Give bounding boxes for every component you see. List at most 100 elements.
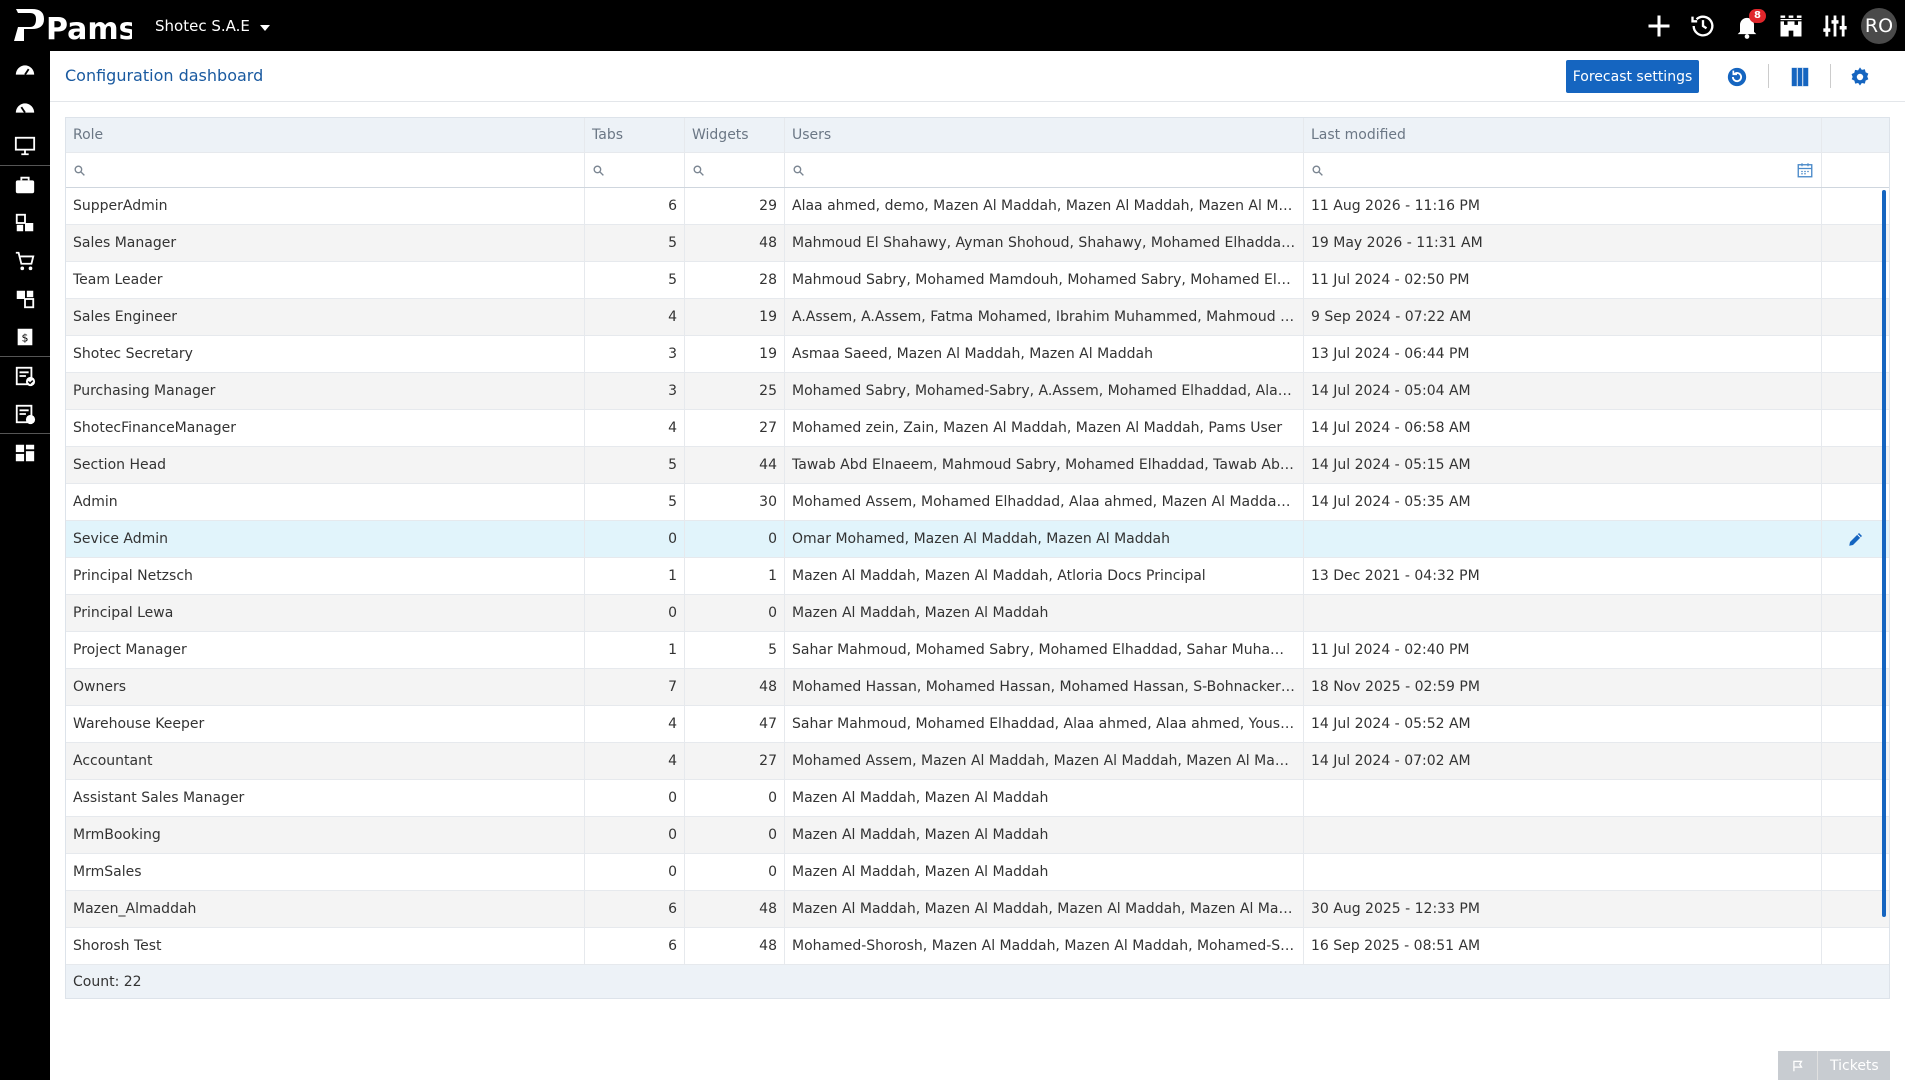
dashboard-grid-icon: [15, 444, 35, 462]
forecast-settings-button[interactable]: Forecast settings: [1566, 60, 1699, 93]
cell-role: Assistant Sales Manager: [66, 780, 585, 816]
refresh-icon[interactable]: [1724, 64, 1750, 90]
cell-widgets: 29: [685, 188, 785, 224]
cell-users: Omar Mohamed, Mazen Al Maddah, Mazen Al …: [785, 521, 1304, 557]
cell-tabs: 5: [585, 484, 685, 520]
sidebar-item-modules-2[interactable]: [0, 280, 50, 318]
filter-tabs[interactable]: [585, 153, 685, 187]
grid-filter-row: [66, 153, 1889, 188]
table-row[interactable]: Principal Lewa 0 0 Mazen Al Maddah, Mazen A…: [66, 595, 1889, 632]
cell-role: Team Leader: [66, 262, 585, 298]
table-row[interactable]: Team Leader 5 28 Mahmoud Sabry, Mohamed Mam…: [66, 262, 1889, 299]
cell-actions: [1822, 447, 1889, 483]
castle-icon[interactable]: [1769, 0, 1813, 51]
table-row[interactable]: Mazen_Almaddah 6 48 Mazen Al Maddah, Mazen …: [66, 891, 1889, 928]
table-row[interactable]: Assistant Sales Manager 0 0 Mazen Al Maddah…: [66, 780, 1889, 817]
sidebar-item-approvals[interactable]: [0, 357, 50, 395]
cell-actions: [1822, 336, 1889, 372]
avatar-initials: RO: [1861, 7, 1897, 44]
monitor-icon: [14, 136, 36, 156]
history-icon[interactable]: [1681, 0, 1725, 51]
table-row[interactable]: Sales Engineer 4 19 A.Assem, A.Assem, Fatma…: [66, 299, 1889, 336]
sidebar-item-dashboard[interactable]: [0, 51, 50, 89]
filter-widgets[interactable]: [685, 153, 785, 187]
cell-tabs: 0: [585, 854, 685, 890]
sidebar: $: [0, 51, 50, 1080]
grid-scrollbar[interactable]: [1882, 190, 1886, 917]
sidebar-item-briefcase[interactable]: [0, 166, 50, 204]
checklist-icon: [15, 366, 36, 387]
cell-widgets: 30: [685, 484, 785, 520]
tickets-button[interactable]: Tickets: [1778, 1051, 1890, 1080]
table-row[interactable]: Warehouse Keeper 4 47 Sahar Mahmoud, Mohame…: [66, 706, 1889, 743]
page-title: Configuration dashboard: [65, 66, 264, 85]
cell-widgets: 5: [685, 632, 785, 668]
column-header-widgets[interactable]: Widgets: [685, 118, 785, 152]
cell-users: Mazen Al Maddah, Mazen Al Maddah: [785, 780, 1304, 816]
filter-last-modified[interactable]: [1304, 153, 1822, 187]
column-header-role[interactable]: Role: [66, 118, 585, 152]
grid-footer: Count: 22: [66, 965, 1889, 998]
cell-widgets: 27: [685, 743, 785, 779]
table-row[interactable]: Owners 7 48 Mohamed Hassan, Mohamed Hassan,…: [66, 669, 1889, 706]
gear-icon[interactable]: [1847, 64, 1873, 90]
table-row[interactable]: Shotec Secretary 3 19 Asmaa Saeed, Mazen Al…: [66, 336, 1889, 373]
sidebar-item-modules[interactable]: [0, 204, 50, 242]
cell-last-modified: 13 Dec 2021 - 04:32 PM: [1304, 558, 1822, 594]
add-icon[interactable]: [1637, 0, 1681, 51]
calendar-icon: [1797, 163, 1813, 178]
table-row[interactable]: Purchasing Manager 3 25 Mohamed Sabry, Moha…: [66, 373, 1889, 410]
sidebar-item-reports[interactable]: [0, 395, 50, 433]
cell-role: Principal Netzsch: [66, 558, 585, 594]
flag-icon: [1778, 1051, 1818, 1080]
table-row[interactable]: ShotecFinanceManager 4 27 Mohamed zein, Zai…: [66, 410, 1889, 447]
cell-actions: [1822, 373, 1889, 409]
gauge-icon: [15, 65, 35, 76]
cell-role: Shorosh Test: [66, 928, 585, 964]
pams-logo[interactable]: Pams: [10, 5, 132, 45]
cell-role: Warehouse Keeper: [66, 706, 585, 742]
table-row[interactable]: Principal Netzsch 1 1 Mazen Al Maddah, Maze…: [66, 558, 1889, 595]
column-header-tabs[interactable]: Tabs: [585, 118, 685, 152]
column-header-last-modified[interactable]: Last modified: [1304, 118, 1822, 152]
cell-role: SupperAdmin: [66, 188, 585, 224]
columns-icon[interactable]: [1787, 64, 1813, 90]
filter-users[interactable]: [785, 153, 1304, 187]
search-icon: [593, 164, 604, 176]
table-row[interactable]: Section Head 5 44 Tawab Abd Elnaeem, Mahmou…: [66, 447, 1889, 484]
cell-users: Mohamed zein, Zain, Mazen Al Maddah, Maz…: [785, 410, 1304, 446]
cell-last-modified: 14 Jul 2024 - 07:02 AM: [1304, 743, 1822, 779]
notification-badge: 8: [1749, 9, 1766, 23]
cell-last-modified: 30 Aug 2025 - 12:33 PM: [1304, 891, 1822, 927]
table-row[interactable]: MrmSales 0 0 Mazen Al Maddah, Mazen Al Madd…: [66, 854, 1889, 891]
cell-tabs: 3: [585, 373, 685, 409]
table-row[interactable]: MrmBooking 0 0 Mazen Al Maddah, Mazen Al Ma…: [66, 817, 1889, 854]
table-row[interactable]: SupperAdmin 6 29 Alaa ahmed, demo, Mazen Al…: [66, 188, 1889, 225]
company-selector[interactable]: Shotec S.A.E: [155, 17, 270, 35]
cell-tabs: 6: [585, 928, 685, 964]
table-row[interactable]: Sevice Admin 0 0 Omar Mohamed, Mazen Al Mad…: [66, 521, 1889, 558]
cell-users: Mahmoud Sabry, Mohamed Mamdouh, Mohamed …: [785, 262, 1304, 298]
table-row[interactable]: Admin 5 30 Mohamed Assem, Mohamed Elhaddad,…: [66, 484, 1889, 521]
cell-last-modified: [1304, 521, 1822, 557]
table-row[interactable]: Sales Manager 5 48 Mahmoud El Shahawy, Ayma…: [66, 225, 1889, 262]
sidebar-item-monitor[interactable]: [0, 127, 50, 165]
table-row[interactable]: Shorosh Test 6 48 Mohamed-Shorosh, Mazen Al…: [66, 928, 1889, 965]
filter-role[interactable]: [66, 153, 585, 187]
top-bar: Pams Shotec S.A.E 8 RO: [0, 0, 1905, 51]
cell-widgets: 0: [685, 780, 785, 816]
sliders-icon[interactable]: [1813, 0, 1857, 51]
sidebar-item-cart[interactable]: [0, 242, 50, 280]
sidebar-item-finance[interactable]: $: [0, 318, 50, 356]
column-header-users[interactable]: Users: [785, 118, 1304, 152]
cell-actions: [1822, 558, 1889, 594]
table-row[interactable]: Accountant 4 27 Mohamed Assem, Mazen Al Mad…: [66, 743, 1889, 780]
table-row[interactable]: Project Manager 1 5 Sahar Mahmoud, Mohamed …: [66, 632, 1889, 669]
edit-icon[interactable]: [1847, 530, 1865, 548]
avatar[interactable]: RO: [1857, 0, 1901, 51]
cell-role: MrmSales: [66, 854, 585, 890]
sidebar-item-configuration[interactable]: [0, 434, 50, 472]
search-icon: [793, 164, 804, 176]
sidebar-item-dashboard-2[interactable]: [0, 89, 50, 127]
notifications-icon[interactable]: 8: [1725, 0, 1769, 51]
